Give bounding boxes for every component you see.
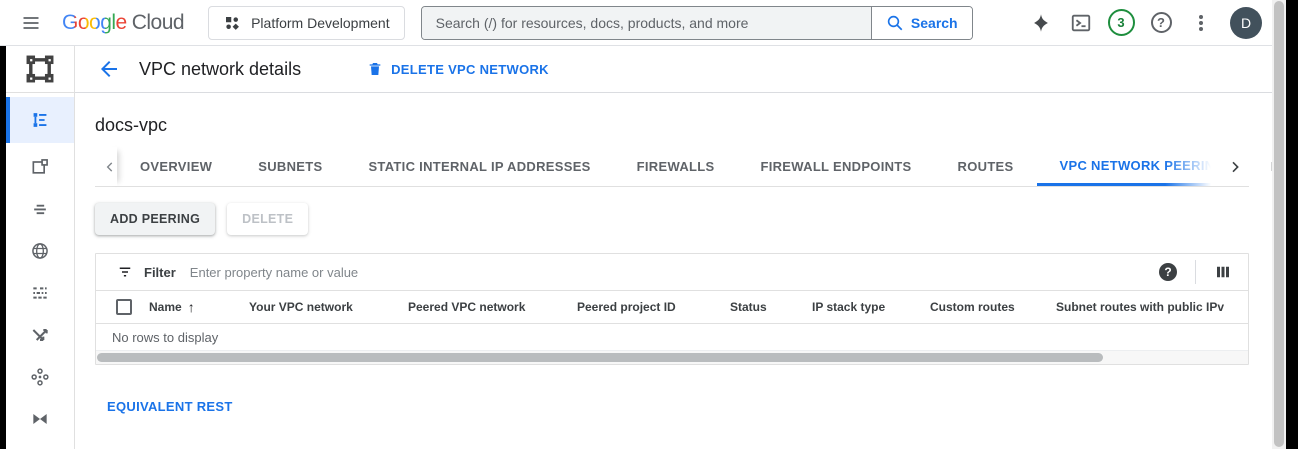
project-icon [223, 14, 241, 32]
vpc-network-peering-icon [30, 367, 50, 387]
network-name: docs-vpc [95, 115, 1249, 136]
peering-table-card: Filter ? [95, 253, 1249, 365]
project-selector[interactable]: Platform Development [208, 6, 405, 40]
tab-subnets[interactable]: SUBNETS [235, 147, 345, 186]
tab-firewalls[interactable]: FIREWALLS [614, 147, 738, 186]
topbar-actions: 3 ? D [1024, 6, 1262, 40]
column-header-peered-vpc-network[interactable]: Peered VPC network [400, 300, 569, 314]
vpc-details-content: docs-vpc OVERVIEW SUBNETS STATIC INTERNA… [75, 115, 1272, 416]
select-all-cell [96, 299, 141, 315]
back-arrow-icon[interactable] [97, 57, 121, 81]
search-input[interactable] [422, 7, 871, 39]
tab-routes[interactable]: ROUTES [935, 147, 1037, 186]
select-all-checkbox[interactable] [116, 299, 132, 315]
tab-firewall-endpoints[interactable]: FIREWALL ENDPOINTS [737, 147, 934, 186]
logo-cloud-text: Cloud [132, 11, 184, 35]
tabs-fade [1165, 147, 1249, 186]
column-header-custom-routes[interactable]: Custom routes [922, 300, 1048, 314]
sort-ascending-icon: ↑ [188, 299, 195, 315]
cloud-shell-icon[interactable] [1064, 6, 1098, 40]
gemini-spark-icon[interactable] [1024, 6, 1058, 40]
gcp-console: Google Cloud Platform Development Search [0, 0, 1298, 449]
equivalent-rest-link[interactable]: EQUIVALENT REST [107, 399, 233, 414]
vpc-network-product-icon [6, 46, 74, 93]
global-search: Search [421, 6, 973, 40]
project-name: Platform Development [251, 15, 390, 31]
column-header-subnet-routes[interactable]: Subnet routes with public IPv [1048, 300, 1248, 314]
main-panel: VPC network details DELETE VPC NETWORK d… [75, 46, 1272, 449]
column-header-status[interactable]: Status [722, 300, 804, 314]
help-icon[interactable]: ? [1144, 6, 1178, 40]
vpc-networks-icon [29, 109, 51, 131]
filter-input[interactable] [190, 265, 1159, 280]
ip-addresses-icon [30, 157, 50, 177]
search-button[interactable]: Search [871, 7, 972, 39]
sidebar-item-serverless-vpc-access[interactable] [6, 443, 74, 449]
horizontal-scrollbar-thumb[interactable] [97, 353, 1103, 362]
vertical-scrollbar [1272, 0, 1286, 449]
column-display-icon[interactable] [1214, 263, 1232, 281]
table-header-row: Name ↑ Your VPC network Peered VPC netwo… [96, 291, 1248, 324]
search-button-label: Search [911, 15, 958, 31]
delete-vpc-network-button[interactable]: DELETE VPC NETWORK [367, 60, 549, 78]
tab-overview[interactable]: OVERVIEW [117, 147, 235, 186]
vertical-scrollbar-thumb[interactable] [1274, 1, 1284, 447]
menu-icon[interactable] [14, 6, 48, 40]
tab-bar: OVERVIEW SUBNETS STATIC INTERNAL IP ADDR… [95, 147, 1249, 187]
sidebar-item-routes[interactable] [6, 317, 74, 353]
column-header-ip-stack-type[interactable]: IP stack type [804, 300, 922, 314]
tabs-scroll-right-button[interactable] [1227, 159, 1243, 175]
peering-actions: ADD PEERING DELETE [95, 203, 1249, 235]
notification-count: 3 [1108, 9, 1135, 36]
trash-icon [367, 60, 383, 78]
sidebar-item-bring-your-own-ip[interactable] [6, 191, 74, 227]
filter-label: Filter [144, 265, 176, 280]
vpc-sidebar [6, 46, 75, 449]
filter-help-icon[interactable]: ? [1159, 263, 1177, 281]
bring-your-own-ip-icon [30, 199, 50, 219]
account-avatar[interactable]: D [1230, 7, 1262, 39]
right-edge-strip [1286, 0, 1298, 449]
logo-google-text: Google [62, 11, 127, 35]
sidebar-item-vpc-networks[interactable] [6, 97, 74, 143]
empty-table-message: No rows to display [96, 324, 1248, 351]
filter-bar: Filter ? [96, 254, 1248, 291]
search-icon [886, 14, 904, 32]
chevron-left-icon [103, 160, 117, 174]
page-title: VPC network details [139, 59, 301, 80]
top-navbar: Google Cloud Platform Development Search [0, 0, 1272, 46]
google-cloud-logo[interactable]: Google Cloud [62, 11, 184, 35]
sidebar-item-vpc-network-peering[interactable] [6, 359, 74, 395]
firewall-policies-icon [30, 283, 50, 303]
firewall-globe-icon [30, 241, 50, 261]
add-peering-button[interactable]: ADD PEERING [95, 203, 215, 235]
filter-icon [116, 263, 134, 281]
routes-icon [30, 325, 50, 345]
horizontal-scrollbar [96, 351, 1248, 364]
notifications-badge[interactable]: 3 [1104, 6, 1138, 40]
column-header-name[interactable]: Name ↑ [141, 299, 241, 315]
sidebar-item-shared-vpc[interactable] [6, 401, 74, 437]
column-header-your-vpc-network[interactable]: Your VPC network [241, 300, 400, 314]
column-header-peered-project-id[interactable]: Peered project ID [569, 300, 722, 314]
delete-peering-button[interactable]: DELETE [227, 203, 308, 235]
sidebar-item-firewall-policies[interactable] [6, 275, 74, 311]
shared-vpc-icon [30, 409, 50, 429]
tabs-scroll-left-button[interactable] [103, 147, 117, 186]
tab-static-internal-ip-addresses[interactable]: STATIC INTERNAL IP ADDRESSES [345, 147, 613, 186]
divider [1195, 260, 1196, 284]
sidebar-item-firewall-globe[interactable] [6, 233, 74, 269]
page-header: VPC network details DELETE VPC NETWORK [75, 46, 1272, 93]
sidebar-item-ip-addresses[interactable] [6, 149, 74, 185]
delete-vpc-network-label: DELETE VPC NETWORK [391, 62, 549, 77]
more-vert-icon[interactable] [1184, 6, 1218, 40]
